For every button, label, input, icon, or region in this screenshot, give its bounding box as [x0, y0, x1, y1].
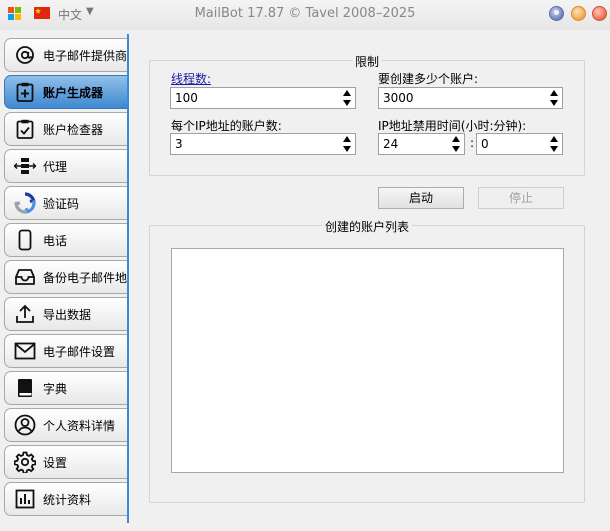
- accounts-count-value: 3000: [383, 91, 414, 105]
- ip-ban-minutes-value: 0: [481, 137, 489, 151]
- sidebar-item-label: 个人资料详情: [43, 418, 116, 433]
- ip-ban-hours-spinbox[interactable]: 24: [378, 133, 465, 155]
- sidebar-item-settings[interactable]: 设置: [4, 445, 127, 479]
- threads-spinbox[interactable]: 100: [170, 87, 356, 109]
- limits-title: 限制: [351, 55, 382, 69]
- bar-chart-icon: [14, 488, 36, 510]
- clipboard-check-icon: [14, 118, 36, 140]
- spin-arrows-icon[interactable]: [343, 90, 352, 106]
- accounts-per-ip-spinbox[interactable]: 3: [170, 133, 356, 155]
- envelope-icon: [14, 340, 36, 362]
- start-button[interactable]: 启动: [378, 187, 464, 209]
- time-separator: :: [470, 136, 475, 150]
- accounts-per-ip-label: 每个IP地址的账户数:: [171, 119, 282, 133]
- book-icon: [14, 377, 36, 399]
- inbox-tray-icon: [14, 266, 36, 288]
- sidebar-item-proxy[interactable]: 代理: [4, 149, 127, 183]
- sidebar-item-captcha[interactable]: 验证码: [4, 186, 127, 220]
- sidebar-item-export-data[interactable]: 导出数据: [4, 297, 127, 331]
- gear-icon: [14, 451, 36, 473]
- spin-arrows-icon[interactable]: [343, 136, 352, 152]
- sidebar-item-label: 账户生成器: [43, 85, 104, 100]
- sidebar-item-profile-details[interactable]: 个人资料详情: [4, 408, 127, 442]
- proxy-server-icon: [14, 155, 36, 177]
- account-generator-panel: 限制 线程数: 100 要创建多少个账户: 3000 每个IP地址的账户数: 3…: [129, 34, 610, 523]
- sidebar-item-label: 电子邮件设置: [43, 344, 116, 359]
- spin-arrows-icon[interactable]: [452, 136, 461, 152]
- clipboard-plus-icon: [14, 81, 36, 103]
- sidebar-item-phone[interactable]: 电话: [4, 223, 127, 257]
- sidebar-item-account-checker[interactable]: 账户检查器: [4, 112, 127, 146]
- sidebar-item-backup-email[interactable]: 备份电子邮件地: [4, 260, 127, 294]
- ip-ban-time-label: IP地址禁用时间(小时:分钟):: [378, 119, 527, 133]
- sidebar-item-label: 字典: [43, 381, 68, 396]
- accounts-count-spinbox[interactable]: 3000: [378, 87, 563, 109]
- sidebar-item-email-settings[interactable]: 电子邮件设置: [4, 334, 127, 368]
- upload-icon: [14, 303, 36, 325]
- user-profile-icon: [14, 414, 36, 436]
- sidebar-item-email-providers[interactable]: 电子邮件提供商: [4, 38, 127, 72]
- ip-ban-minutes-spinbox[interactable]: 0: [476, 133, 563, 155]
- sidebar-item-label: 设置: [43, 455, 68, 470]
- sidebar-item-statistics[interactable]: 统计资料: [4, 482, 127, 516]
- ip-ban-hours-value: 24: [383, 137, 399, 151]
- created-accounts-title: 创建的账户列表: [321, 220, 412, 234]
- sidebar-item-label: 备份电子邮件地: [43, 270, 127, 285]
- sidebar-item-label: 电话: [43, 233, 68, 248]
- spin-arrows-icon[interactable]: [550, 136, 559, 152]
- threads-value: 100: [175, 91, 198, 105]
- sidebar-item-label: 统计资料: [43, 492, 92, 507]
- sidebar-item-label: 账户检查器: [43, 122, 104, 137]
- spin-arrows-icon[interactable]: [550, 90, 559, 106]
- accounts-count-label: 要创建多少个账户:: [378, 72, 479, 86]
- threads-label-link[interactable]: 线程数:: [171, 70, 211, 87]
- sidebar-item-label: 代理: [43, 159, 68, 174]
- accounts-per-ip-value: 3: [175, 137, 183, 151]
- title-bar: 中文 ▼ MailBot 17.87 © Tavel 2008–2025: [0, 0, 610, 30]
- phone-icon: [14, 229, 36, 251]
- recaptcha-icon: [14, 192, 36, 214]
- sidebar-item-account-generator[interactable]: 账户生成器: [4, 75, 132, 109]
- minimize-button[interactable]: [571, 6, 586, 21]
- sidebar-item-label: 电子邮件提供商: [43, 48, 127, 63]
- sidebar-item-label: 导出数据: [43, 307, 92, 322]
- window-title: MailBot 17.87 © Tavel 2008–2025: [194, 6, 416, 21]
- created-accounts-list[interactable]: [171, 248, 564, 473]
- sidebar-item-dictionary[interactable]: 字典: [4, 371, 127, 405]
- close-button[interactable]: [592, 6, 607, 21]
- sidebar-item-label: 验证码: [43, 196, 80, 211]
- at-sign-icon: [14, 44, 36, 66]
- help-button[interactable]: [549, 6, 564, 21]
- stop-button[interactable]: 停止: [478, 187, 564, 209]
